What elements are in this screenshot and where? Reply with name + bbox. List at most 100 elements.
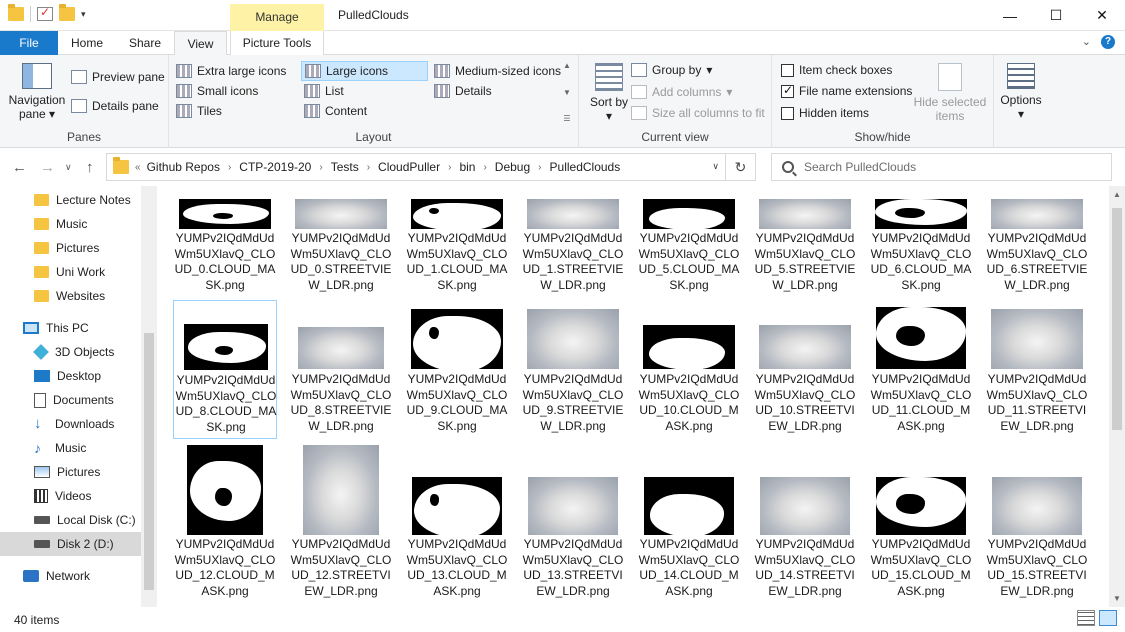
scroll-up-icon[interactable]: ▲ — [563, 61, 571, 70]
nav-item-downloads[interactable]: ↓ Downloads — [0, 412, 141, 436]
refresh-button[interactable]: ↻ — [725, 154, 755, 180]
layout-list[interactable]: List — [301, 81, 428, 101]
scroll-down-icon[interactable]: ▼ — [563, 88, 571, 97]
details-view-icon[interactable] — [1077, 610, 1095, 626]
layout-gallery-scroll[interactable]: ▲ ▼ ☰ — [561, 61, 573, 123]
search-placeholder[interactable]: Search PulledClouds — [804, 160, 916, 174]
tab-home[interactable]: Home — [58, 31, 116, 55]
file-item[interactable]: YUMPv2IQdMdUdWm5UXlavQ_CLOUD_11.CLOUD_MA… — [869, 300, 973, 439]
search-box[interactable]: Search PulledClouds — [771, 153, 1112, 181]
navigation-pane-button[interactable]: Navigation pane ▾ — [6, 63, 68, 121]
size-all-columns-button[interactable]: Size all columns to fit — [631, 106, 765, 120]
nav-item-websites[interactable]: Websites — [0, 284, 141, 308]
file-item[interactable]: YUMPv2IQdMdUdWm5UXlavQ_CLOUD_0.CLOUD_MAS… — [173, 194, 277, 298]
overflow-chevron-icon[interactable]: « — [135, 162, 141, 173]
nav-item-this-pc[interactable]: This PC — [0, 316, 141, 340]
back-arrow-icon[interactable]: ← — [12, 159, 27, 176]
item-check-boxes-checkbox[interactable] — [781, 63, 794, 77]
nav-item-network[interactable]: Network — [0, 564, 141, 588]
expand-ribbon-icon[interactable]: ⌄ — [1082, 35, 1091, 49]
file-item[interactable]: YUMPv2IQdMdUdWm5UXlavQ_CLOUD_13.STREETVI… — [521, 439, 625, 598]
address-dropdown-icon[interactable]: ∨ — [712, 161, 719, 172]
file-name-extensions-toggle[interactable]: File name extensions — [781, 83, 912, 98]
nav-pane-scrollbar[interactable] — [141, 186, 157, 607]
manage-tab[interactable]: Manage — [230, 4, 324, 31]
file-item[interactable]: YUMPv2IQdMdUdWm5UXlavQ_CLOUD_5.STREETVIE… — [753, 194, 857, 298]
breadcrumb-separator-icon[interactable]: › — [319, 162, 322, 173]
tab-share[interactable]: Share — [116, 31, 174, 55]
gallery-more-icon[interactable]: ☰ — [563, 114, 570, 123]
nav-item-music[interactable]: ♪ Music — [0, 436, 141, 460]
nav-item-desktop[interactable]: Desktop — [0, 364, 141, 388]
help-icon[interactable]: ? — [1101, 35, 1115, 49]
nav-item-pictures-folder[interactable]: Pictures — [0, 236, 141, 260]
add-columns-button[interactable]: Add columns ▾ — [631, 85, 732, 99]
sort-by-button[interactable]: Sort by ▾ — [589, 63, 629, 123]
nav-item-lecture-notes[interactable]: Lecture Notes — [0, 188, 141, 212]
file-item[interactable]: YUMPv2IQdMdUdWm5UXlavQ_CLOUD_15.CLOUD_MA… — [869, 439, 973, 598]
file-item[interactable]: YUMPv2IQdMdUdWm5UXlavQ_CLOUD_10.CLOUD_MA… — [637, 300, 741, 439]
hidden-items-toggle[interactable]: Hidden items — [781, 106, 869, 120]
breadcrumb-separator-icon[interactable]: › — [448, 162, 451, 173]
breadcrumb-separator-icon[interactable]: › — [367, 162, 370, 173]
breadcrumb-pulledclouds[interactable]: PulledClouds — [550, 160, 621, 174]
item-check-boxes-toggle[interactable]: Item check boxes — [781, 63, 892, 77]
layout-large-icons[interactable]: Large icons — [301, 61, 428, 81]
nav-item-documents[interactable]: Documents — [0, 388, 141, 412]
breadcrumb-ctp-2019-20[interactable]: CTP-2019-20 — [239, 160, 311, 174]
preview-pane-button[interactable]: Preview pane — [71, 70, 165, 84]
file-item[interactable]: YUMPv2IQdMdUdWm5UXlavQ_CLOUD_1.STREETVIE… — [521, 194, 625, 298]
hidden-items-checkbox[interactable] — [781, 106, 794, 120]
file-item[interactable]: YUMPv2IQdMdUdWm5UXlavQ_CLOUD_8.CLOUD_MAS… — [173, 300, 277, 439]
up-arrow-icon[interactable]: ↑ — [86, 159, 94, 176]
file-item[interactable]: YUMPv2IQdMdUdWm5UXlavQ_CLOUD_6.STREETVIE… — [985, 194, 1089, 298]
scroll-up-icon[interactable]: ▲ — [1113, 190, 1121, 199]
file-item[interactable]: YUMPv2IQdMdUdWm5UXlavQ_CLOUD_9.STREETVIE… — [521, 300, 625, 439]
layout-extra-large-icons[interactable]: Extra large icons — [173, 61, 298, 81]
nav-item-videos[interactable]: Videos — [0, 484, 141, 508]
customize-toolbar-dropdown-icon[interactable]: ▾ — [81, 9, 86, 20]
breadcrumb-github-repos[interactable]: Github Repos — [147, 160, 220, 174]
nav-pane-scroll-thumb[interactable] — [144, 333, 154, 590]
layout-medium-icons[interactable]: Medium-sized icons — [431, 61, 561, 81]
scroll-down-icon[interactable]: ▼ — [1113, 594, 1121, 603]
file-list-scrollbar[interactable]: ▲ ▼ — [1109, 186, 1125, 607]
breadcrumb-separator-icon[interactable]: › — [538, 162, 541, 173]
breadcrumb-debug[interactable]: Debug — [495, 160, 530, 174]
file-item[interactable]: YUMPv2IQdMdUdWm5UXlavQ_CLOUD_10.STREETVI… — [753, 300, 857, 439]
tab-file[interactable]: File — [0, 31, 58, 55]
maximize-button[interactable]: ☐ — [1033, 0, 1079, 31]
close-button[interactable]: ✕ — [1079, 0, 1125, 31]
layout-content[interactable]: Content — [301, 101, 428, 121]
nav-item-3d-objects[interactable]: 3D Objects — [0, 340, 141, 364]
file-item[interactable]: YUMPv2IQdMdUdWm5UXlavQ_CLOUD_12.CLOUD_MA… — [173, 439, 277, 598]
file-item[interactable]: YUMPv2IQdMdUdWm5UXlavQ_CLOUD_0.STREETVIE… — [289, 194, 393, 298]
file-item[interactable]: YUMPv2IQdMdUdWm5UXlavQ_CLOUD_8.STREETVIE… — [289, 300, 393, 439]
nav-item-disk-2-d[interactable]: Disk 2 (D:) — [0, 532, 141, 556]
file-item[interactable]: YUMPv2IQdMdUdWm5UXlavQ_CLOUD_14.CLOUD_MA… — [637, 439, 741, 598]
tab-picture-tools[interactable]: Picture Tools — [230, 31, 324, 55]
details-pane-button[interactable]: Details pane — [71, 99, 159, 113]
nav-item-music-folder[interactable]: Music — [0, 212, 141, 236]
nav-item-uni-work[interactable]: Uni Work — [0, 260, 141, 284]
properties-icon[interactable] — [37, 5, 53, 21]
breadcrumb-separator-icon[interactable]: › — [483, 162, 486, 173]
hide-selected-items-button[interactable]: Hide selected items — [912, 63, 988, 123]
breadcrumb-cloudpuller[interactable]: CloudPuller — [378, 160, 440, 174]
file-item[interactable]: YUMPv2IQdMdUdWm5UXlavQ_CLOUD_14.STREETVI… — [753, 439, 857, 598]
nav-item-pictures[interactable]: Pictures — [0, 460, 141, 484]
breadcrumb-separator-icon[interactable]: › — [228, 162, 231, 173]
large-icons-view-icon[interactable] — [1099, 610, 1117, 626]
minimize-button[interactable]: — — [987, 0, 1033, 31]
file-item[interactable]: YUMPv2IQdMdUdWm5UXlavQ_CLOUD_9.CLOUD_MAS… — [405, 300, 509, 439]
layout-small-icons[interactable]: Small icons — [173, 81, 298, 101]
address-bar[interactable]: « Github Repos › CTP-2019-20 › Tests › C… — [106, 153, 756, 181]
new-folder-icon[interactable] — [59, 4, 75, 21]
forward-arrow-icon[interactable]: → — [40, 159, 55, 176]
file-list-scroll-thumb[interactable] — [1112, 208, 1122, 430]
file-name-extensions-checkbox[interactable] — [781, 83, 794, 98]
tab-view[interactable]: View — [174, 31, 227, 56]
file-item[interactable]: YUMPv2IQdMdUdWm5UXlavQ_CLOUD_5.CLOUD_MAS… — [637, 194, 741, 298]
file-item[interactable]: YUMPv2IQdMdUdWm5UXlavQ_CLOUD_12.STREETVI… — [289, 439, 393, 598]
file-item[interactable]: YUMPv2IQdMdUdWm5UXlavQ_CLOUD_11.STREETVI… — [985, 300, 1089, 439]
